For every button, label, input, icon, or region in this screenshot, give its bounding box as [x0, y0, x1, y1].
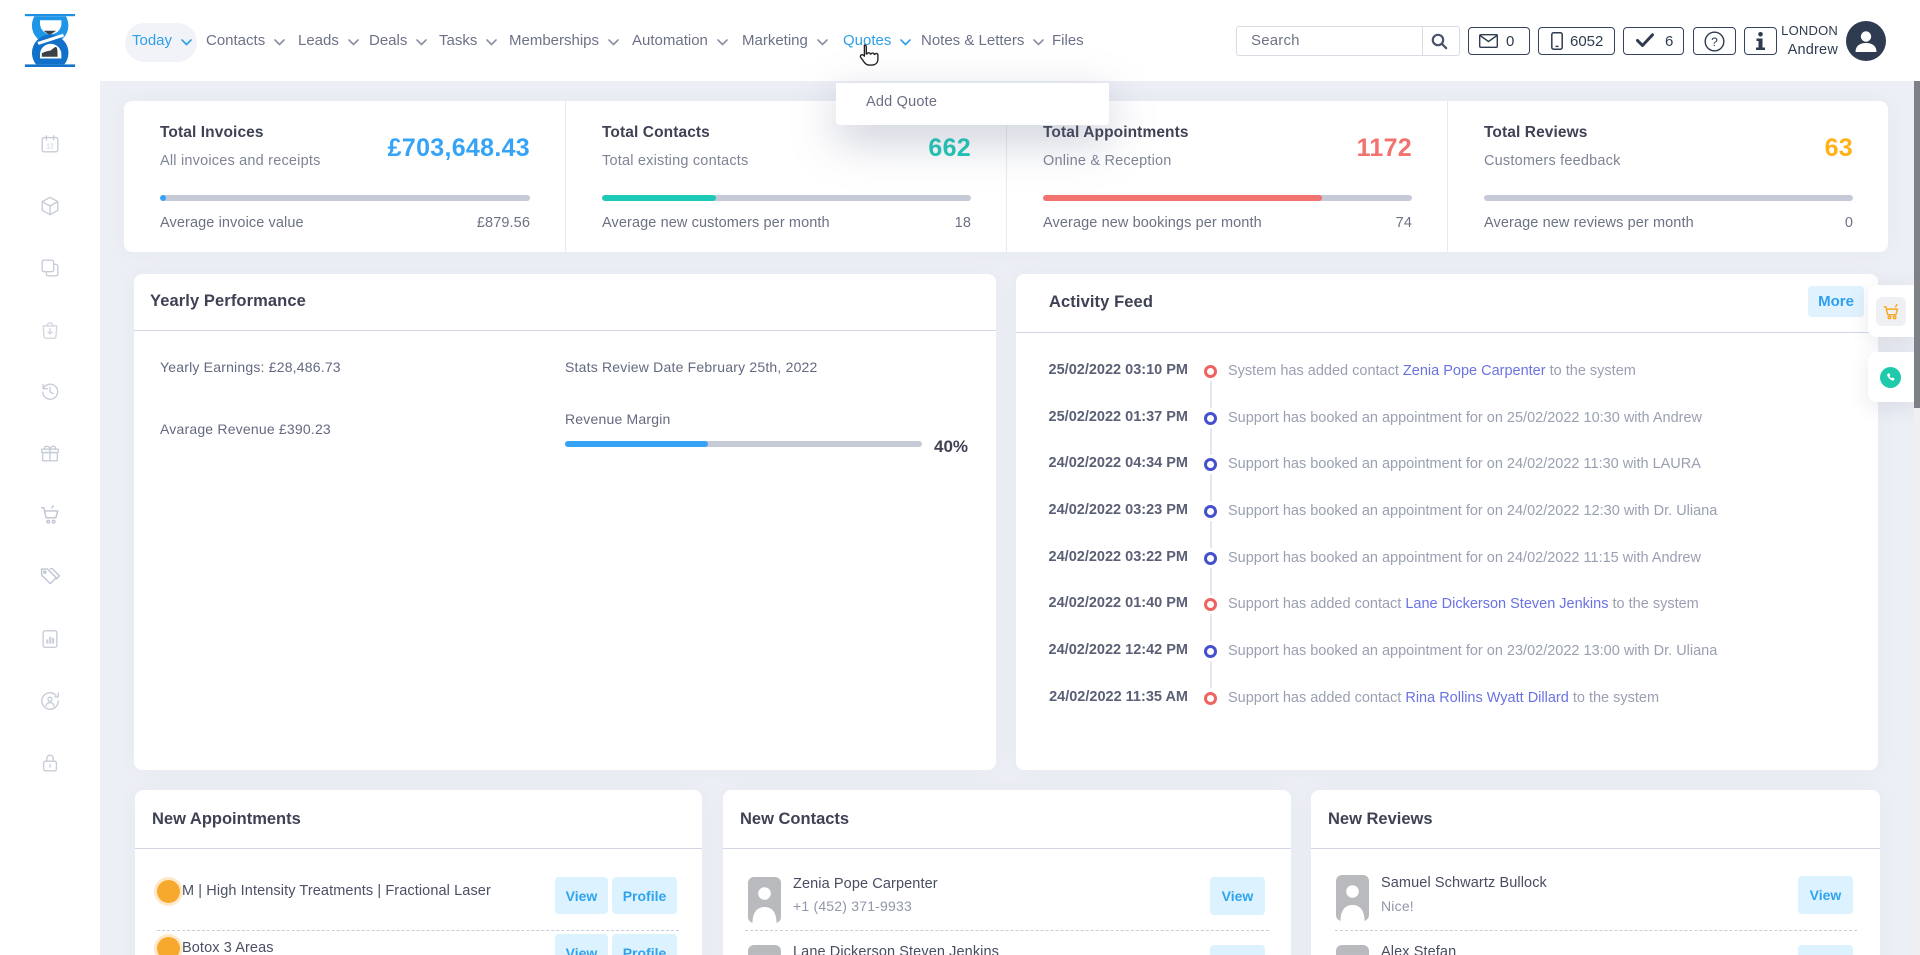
- svg-text:12: 12: [46, 144, 54, 151]
